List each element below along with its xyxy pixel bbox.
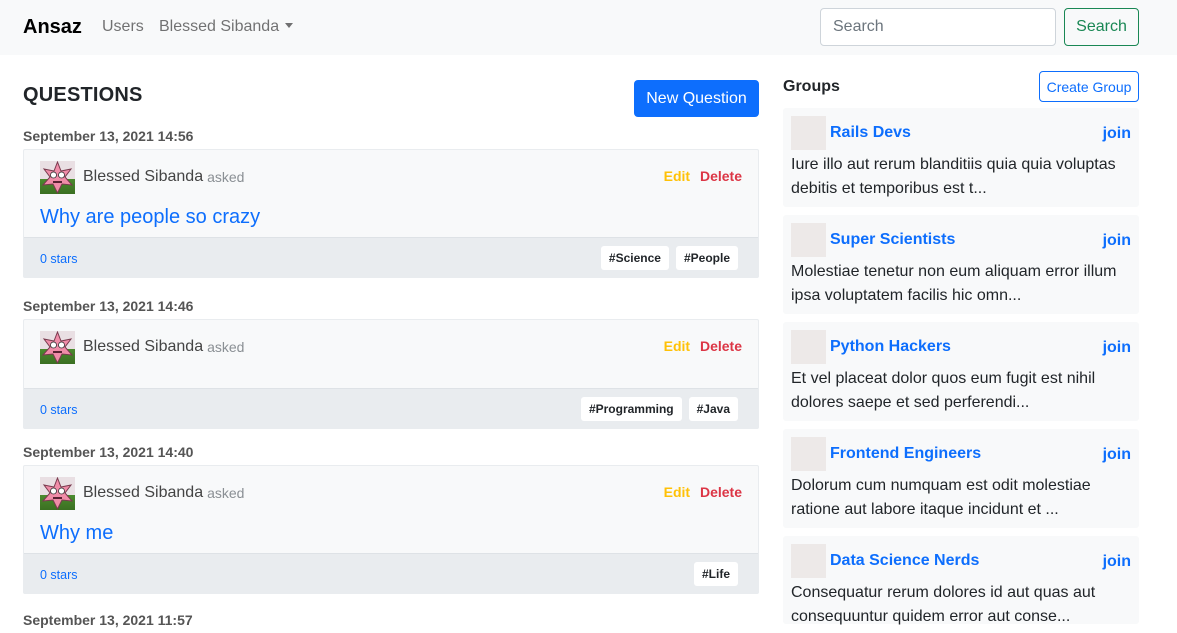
tag-list: #Programming #Java bbox=[580, 397, 738, 421]
group-description: Et vel placeat dolor quos eum fugit est … bbox=[791, 370, 1096, 411]
group-description: Dolorum cum numquam est odit molestiae r… bbox=[791, 477, 1091, 518]
user-menu-label: Blessed Sibanda bbox=[159, 18, 280, 35]
question-card: Blessed Sibanda asked Edit Delete 0 star… bbox=[23, 319, 759, 429]
join-link[interactable]: join bbox=[1103, 339, 1131, 357]
tag[interactable]: #Java bbox=[688, 397, 738, 421]
question-card: Blessed Sibanda asked Edit Delete Why ar… bbox=[23, 149, 759, 278]
group-card: Data Science Nerds join Consequatur reru… bbox=[783, 536, 1139, 625]
tag[interactable]: #Programming bbox=[580, 397, 682, 421]
tag-list: #Life bbox=[693, 562, 738, 586]
author-name[interactable]: Blessed Sibanda bbox=[83, 168, 203, 186]
avatar bbox=[40, 160, 75, 194]
join-link[interactable]: join bbox=[1103, 232, 1131, 250]
group-thumbnail bbox=[791, 223, 826, 257]
group-description: Consequatur rerum dolores id aut quas au… bbox=[791, 584, 1096, 625]
stars-count[interactable]: 0 stars bbox=[40, 403, 78, 417]
search-input[interactable] bbox=[820, 8, 1056, 46]
group-card: Super Scientists join Molestiae tenetur … bbox=[783, 215, 1139, 314]
group-description: Molestiae tenetur non eum aliquam error … bbox=[791, 263, 1117, 304]
question-title[interactable]: Why me bbox=[40, 510, 742, 553]
question-date: September 13, 2021 14:56 bbox=[23, 128, 194, 144]
group-thumbnail bbox=[791, 437, 826, 471]
tag[interactable]: #People bbox=[675, 246, 738, 270]
question-item: September 13, 2021 14:40 Blessed Sibanda… bbox=[23, 444, 759, 594]
asked-label: asked bbox=[207, 485, 245, 501]
question-footer: 0 stars #Programming #Java bbox=[24, 388, 758, 428]
edit-link[interactable]: Edit bbox=[664, 338, 690, 354]
author-name[interactable]: Blessed Sibanda bbox=[83, 338, 203, 356]
create-group-button[interactable]: Create Group bbox=[1039, 71, 1139, 102]
asked-label: asked bbox=[207, 339, 245, 355]
delete-link[interactable]: Delete bbox=[700, 168, 742, 184]
group-description: Iure illo aut rerum blanditiis quia quia… bbox=[791, 156, 1116, 197]
asked-label: asked bbox=[207, 169, 245, 185]
group-thumbnail bbox=[791, 330, 826, 364]
join-link[interactable]: join bbox=[1103, 553, 1131, 571]
question-date: September 13, 2021 14:46 bbox=[23, 298, 194, 314]
avatar bbox=[40, 476, 75, 510]
group-name[interactable]: Frontend Engineers bbox=[830, 445, 981, 463]
group-name[interactable]: Rails Devs bbox=[830, 124, 911, 142]
question-card: Blessed Sibanda asked Edit Delete Why me… bbox=[23, 465, 759, 594]
question-item: September 13, 2021 14:56 Blessed Sibanda… bbox=[23, 128, 759, 278]
tag[interactable]: #Life bbox=[693, 562, 738, 586]
user-menu-dropdown[interactable]: Blessed Sibanda bbox=[159, 18, 294, 36]
navbar: Ansaz Users Blessed Sibanda Search bbox=[0, 0, 1177, 55]
new-question-button[interactable]: New Question bbox=[634, 80, 759, 117]
nav-users-link[interactable]: Users bbox=[102, 18, 144, 36]
edit-link[interactable]: Edit bbox=[664, 168, 690, 184]
join-link[interactable]: join bbox=[1103, 446, 1131, 464]
join-link[interactable]: join bbox=[1103, 125, 1131, 143]
question-footer: 0 stars #Science #People bbox=[24, 237, 758, 277]
questions-heading: QUESTIONS bbox=[23, 84, 143, 106]
group-thumbnail bbox=[791, 116, 826, 150]
question-item: September 13, 2021 14:46 Blessed Sibanda… bbox=[23, 298, 759, 429]
author-name[interactable]: Blessed Sibanda bbox=[83, 484, 203, 502]
edit-link[interactable]: Edit bbox=[664, 484, 690, 500]
brand-logo[interactable]: Ansaz bbox=[23, 16, 82, 39]
stars-count[interactable]: 0 stars bbox=[40, 568, 78, 582]
group-thumbnail bbox=[791, 544, 826, 578]
chevron-down-icon bbox=[285, 23, 294, 28]
question-title[interactable]: Why are people so crazy bbox=[40, 194, 742, 237]
search-button[interactable]: Search bbox=[1064, 8, 1139, 46]
tag[interactable]: #Science bbox=[600, 246, 669, 270]
group-card: Frontend Engineers join Dolorum cum numq… bbox=[783, 429, 1139, 528]
group-card: Python Hackers join Et vel placeat dolor… bbox=[783, 322, 1139, 421]
question-date: September 13, 2021 11:57 bbox=[23, 612, 193, 628]
delete-link[interactable]: Delete bbox=[700, 484, 742, 500]
groups-heading: Groups bbox=[783, 78, 840, 95]
question-footer: 0 stars #Life bbox=[24, 553, 758, 593]
stars-count[interactable]: 0 stars bbox=[40, 252, 78, 266]
group-card: Rails Devs join Iure illo aut rerum blan… bbox=[783, 108, 1139, 207]
group-name[interactable]: Python Hackers bbox=[830, 338, 951, 356]
avatar bbox=[40, 330, 75, 364]
question-date: September 13, 2021 14:40 bbox=[23, 444, 194, 460]
delete-link[interactable]: Delete bbox=[700, 338, 742, 354]
group-name[interactable]: Super Scientists bbox=[830, 231, 955, 249]
question-item: September 13, 2021 11:57 bbox=[23, 612, 759, 633]
tag-list: #Science #People bbox=[600, 246, 738, 270]
group-name[interactable]: Data Science Nerds bbox=[830, 552, 979, 570]
